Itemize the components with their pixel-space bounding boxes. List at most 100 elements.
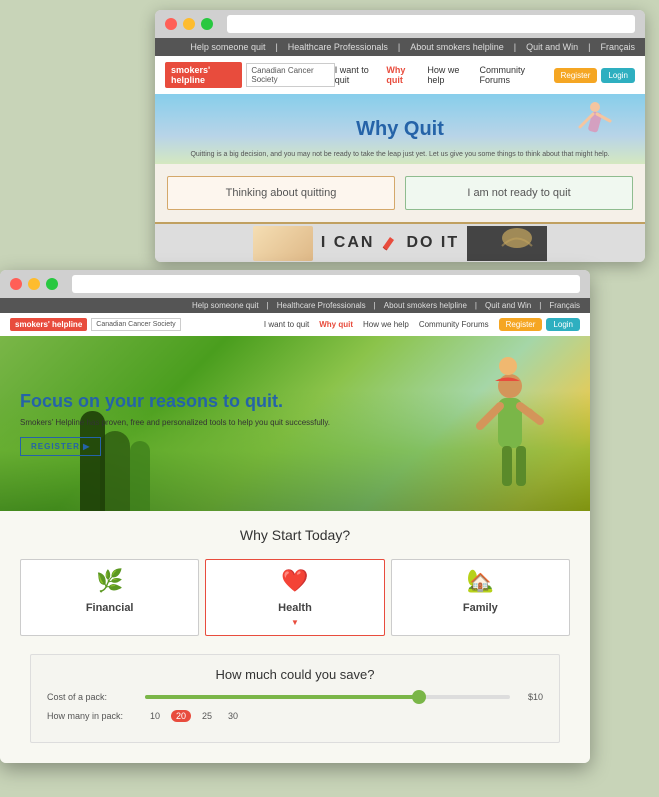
front-nav-howhelp[interactable]: How we help [363,320,409,329]
close-icon[interactable] [165,18,177,30]
front-logo-badge: smokers' helpline [10,318,87,331]
thinking-box-1[interactable]: Thinking about quitting [167,176,395,210]
front-browser-window: Help someone quit | Healthcare Professio… [0,270,590,763]
back-browser-window: Help someone quit | Healthcare Professio… [155,10,645,262]
nav-separator4: | [588,42,590,52]
back-logo: smokers' helpline Canadian Cancer Societ… [165,62,335,88]
front-nav-links: I want to quit Why quit How we help Comm… [264,318,580,331]
front-nav-whyquit[interactable]: Why quit [319,320,353,329]
back-thinking-section: Thinking about quitting I am not ready t… [155,164,645,222]
pencil-icon [380,233,400,253]
health-label: Health [278,602,312,614]
nav-about[interactable]: About smokers helpline [410,42,504,52]
front-maximize-icon[interactable] [46,278,58,290]
health-arrow-icon: ▼ [212,618,377,627]
cando-image-2 [467,226,547,261]
nav-separator2: | [398,42,400,52]
logo-partner: Canadian Cancer Society [246,63,334,87]
why-card-financial[interactable]: 🌿 Financial [20,559,199,636]
cost-of-pack-row: Cost of a pack: $10 [47,692,543,702]
back-cando-section: I CAN DO IT [155,222,645,262]
nav-quit-win[interactable]: Quit and Win [526,42,578,52]
front-nav-fr[interactable]: Français [549,301,580,310]
front-close-icon[interactable] [10,278,22,290]
maximize-icon[interactable] [201,18,213,30]
how-much-title: How much could you save? [47,667,543,682]
why-card-health[interactable]: ❤️ Health ▼ [205,559,384,636]
front-main-nav: smokers' helpline Canadian Cancer Societ… [0,313,590,336]
logo-badge: smokers' helpline [165,62,242,88]
cando-text: I CAN [321,234,375,252]
back-main-nav: smokers' helpline Canadian Cancer Societ… [155,56,645,94]
front-hero-register-button[interactable]: REGISTER ▶ [20,437,101,456]
front-nav-quit[interactable]: Quit and Win [485,301,531,310]
family-label: Family [463,602,498,614]
nav-community[interactable]: Community Forums [479,65,543,85]
nav-help-someone[interactable]: Help someone quit [190,42,265,52]
why-cards-row: 🌿 Financial ❤️ Health ▼ 🏡 Family [20,559,570,636]
back-nav-links: I want to quit Why quit How we help Comm… [335,65,635,85]
front-nav-sep4: | [539,301,541,310]
back-top-nav: Help someone quit | Healthcare Professio… [155,38,645,56]
front-titlebar [0,270,590,298]
cost-label: Cost of a pack: [47,692,137,702]
front-minimize-icon[interactable] [28,278,40,290]
back-hero: Why Quit Quitting is a big decision, and… [155,94,645,164]
thinking-box-2[interactable]: I am not ready to quit [405,176,633,210]
front-nav-sep1: | [267,301,269,310]
pack-option-25[interactable]: 25 [197,710,217,722]
front-top-nav: Help someone quit | Healthcare Professio… [0,298,590,313]
front-nav-help[interactable]: Help someone quit [192,301,259,310]
nav-why-quit-active[interactable]: Why quit [386,65,417,85]
cost-value: $10 [518,692,543,702]
how-much-section: How much could you save? Cost of a pack:… [30,654,560,743]
cost-slider-track[interactable] [145,695,510,699]
why-start-title: Why Start Today? [20,527,570,543]
front-hero: Focus on your reasons to quit. Smokers' … [0,336,590,511]
hero-title: Why Quit [356,118,444,141]
nav-i-want-quit[interactable]: I want to quit [335,65,377,85]
nav-separator3: | [514,42,516,52]
pack-option-30[interactable]: 30 [223,710,243,722]
front-nav-sep3: | [475,301,477,310]
why-card-family[interactable]: 🏡 Family [391,559,570,636]
address-bar[interactable] [227,15,635,33]
nav-healthcare[interactable]: Healthcare Professionals [288,42,388,52]
front-nav-healthcare[interactable]: Healthcare Professionals [277,301,366,310]
register-button[interactable]: Register [554,68,598,83]
front-nav-community[interactable]: Community Forums [419,320,489,329]
front-hero-content: Focus on your reasons to quit. Smokers' … [0,371,350,477]
back-titlebar [155,10,645,38]
pack-label: How many in pack: [47,711,137,721]
family-icon: 🏡 [398,568,563,594]
front-register-btn[interactable]: Register [499,318,543,331]
front-hero-title: Focus on your reasons to quit. [20,391,330,413]
front-btn-row: Register Login [499,318,580,331]
nav-how-we-help[interactable]: How we help [427,65,469,85]
pack-option-10[interactable]: 10 [145,710,165,722]
minimize-icon[interactable] [183,18,195,30]
cando-text-2: DO IT [406,234,459,252]
health-icon: ❤️ [212,568,377,594]
login-button[interactable]: Login [601,68,635,83]
nav-separator: | [275,42,277,52]
front-logo: smokers' helpline Canadian Cancer Societ… [10,318,181,331]
nav-francais[interactable]: Français [600,42,635,52]
pack-count-row: How many in pack: 10 20 25 30 [47,710,543,722]
pack-pills: 10 20 25 30 [145,710,243,722]
front-login-btn[interactable]: Login [546,318,580,331]
cando-image-1 [253,226,313,261]
pack-option-20-active[interactable]: 20 [171,710,191,722]
front-address-bar[interactable] [72,275,580,293]
front-nav-iwant[interactable]: I want to quit [264,320,309,329]
cost-slider-fill [145,695,419,699]
financial-label: Financial [86,602,134,614]
cost-slider-thumb[interactable] [412,690,426,704]
back-btn-row: Register Login [554,68,635,83]
front-nav-about[interactable]: About smokers helpline [384,301,467,310]
why-start-section: Why Start Today? 🌿 Financial ❤️ Health ▼… [0,511,590,763]
front-nav-sep2: | [374,301,376,310]
front-logo-partner: Canadian Cancer Society [91,318,180,331]
front-hero-subtitle: Smokers' Helpline has proven, free and p… [20,418,330,427]
financial-icon: 🌿 [27,568,192,594]
